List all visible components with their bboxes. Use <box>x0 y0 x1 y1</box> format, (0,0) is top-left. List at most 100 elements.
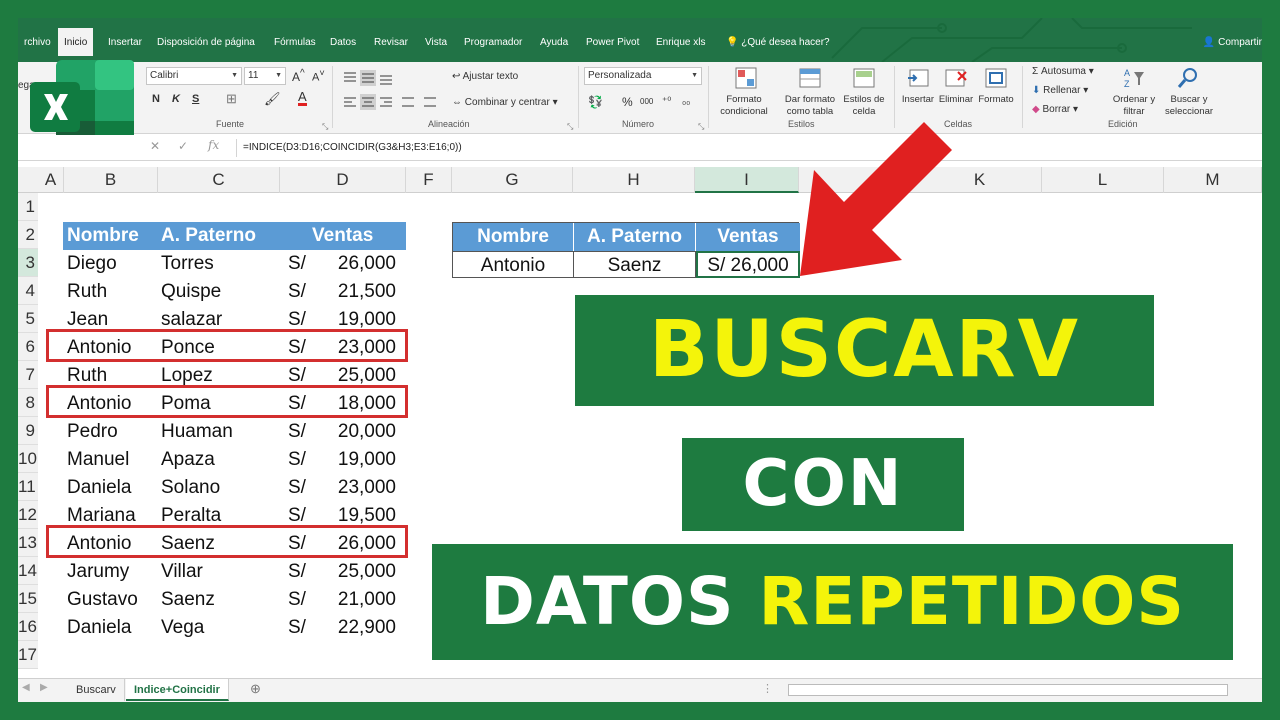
share-button[interactable]: 👤 Compartir <box>1203 30 1262 56</box>
column-header-i[interactable]: I <box>695 167 799 193</box>
result-ventas-cell[interactable]: S/ 26,000 <box>696 251 800 278</box>
format-button[interactable]: Formato <box>976 94 1016 106</box>
cell-nombre[interactable]: Gustavo <box>67 586 138 614</box>
enter-icon[interactable]: ✓ <box>178 139 188 153</box>
cell-nombre[interactable]: Ruth <box>67 278 107 306</box>
dialog-launcher-icon[interactable]: ⤡ <box>322 122 328 132</box>
dialog-launcher-icon[interactable]: ⤡ <box>698 122 704 132</box>
magnifier-icon[interactable] <box>1176 66 1200 90</box>
fill-color-icon[interactable]: 🖌 <box>264 91 281 107</box>
more-options-icon[interactable]: ⋮ <box>762 682 773 695</box>
column-header-d[interactable]: D <box>280 167 406 193</box>
tab-enrique-xls[interactable]: Enrique xls <box>650 30 711 56</box>
result-apaterno-cell[interactable]: Saenz <box>574 251 696 278</box>
clear-button[interactable]: ◆ Borrar ▾ <box>1032 104 1078 115</box>
cell-currency[interactable]: S/ <box>288 418 306 446</box>
find-select-button[interactable]: Buscar y seleccionar <box>1158 94 1220 118</box>
tab-power-pivot[interactable]: Power Pivot <box>580 30 645 56</box>
row-header-3[interactable]: 3 <box>18 249 38 277</box>
cell-nombre[interactable]: Jarumy <box>67 558 129 586</box>
accounting-format-icon[interactable]: 💱 <box>588 95 603 109</box>
delete-cells-icon[interactable] <box>944 66 968 90</box>
shrink-font-button[interactable]: A˅ <box>312 68 325 84</box>
cell-styles-icon[interactable] <box>852 66 876 90</box>
dialog-launcher-icon[interactable]: ⤡ <box>567 122 573 132</box>
delete-button[interactable]: Eliminar <box>936 94 976 106</box>
cell-ventas[interactable]: 25,000 <box>306 558 396 586</box>
tab-disposici-n-de-p-gina[interactable]: Disposición de página <box>151 30 261 56</box>
cell-currency[interactable]: S/ <box>288 474 306 502</box>
font-color-icon[interactable]: A <box>298 90 307 106</box>
insert-button[interactable]: Insertar <box>898 94 938 106</box>
conditional-format-button[interactable]: Formato condicional <box>710 94 778 118</box>
alignment-icons[interactable] <box>340 68 450 112</box>
cell-currency[interactable]: S/ <box>288 278 306 306</box>
cell-apaterno[interactable]: Quispe <box>161 278 221 306</box>
cell-apaterno[interactable]: Torres <box>161 250 214 278</box>
tab-programador[interactable]: Programador <box>458 30 528 56</box>
row-header-12[interactable]: 12 <box>18 501 38 529</box>
cell-currency[interactable]: S/ <box>288 614 306 642</box>
italic-button[interactable]: K <box>172 93 180 105</box>
row-header-8[interactable]: 8 <box>18 389 38 417</box>
column-header-l[interactable]: L <box>1042 167 1164 193</box>
row-header-10[interactable]: 10 <box>18 445 38 473</box>
cell-apaterno[interactable]: Vega <box>161 614 204 642</box>
row-header-9[interactable]: 9 <box>18 417 38 445</box>
tab-f-rmulas[interactable]: Fórmulas <box>268 30 322 56</box>
row-header-1[interactable]: 1 <box>18 193 38 221</box>
cell-apaterno[interactable]: Villar <box>161 558 203 586</box>
row-header-16[interactable]: 16 <box>18 613 38 641</box>
cell-apaterno[interactable]: Saenz <box>161 586 215 614</box>
row-header-17[interactable]: 17 <box>18 641 38 669</box>
cell-nombre[interactable]: Pedro <box>67 418 118 446</box>
tab-revisar[interactable]: Revisar <box>368 30 414 56</box>
column-header-b[interactable]: B <box>64 167 158 193</box>
cell-apaterno[interactable]: Huaman <box>161 418 233 446</box>
tab-insertar[interactable]: Insertar <box>102 30 148 56</box>
format-table-icon[interactable] <box>798 66 822 90</box>
sort-filter-icon[interactable]: AZ <box>1122 66 1146 90</box>
cell-apaterno[interactable]: Apaza <box>161 446 215 474</box>
horizontal-scrollbar[interactable] <box>788 684 1228 696</box>
fx-icon[interactable]: fx <box>208 138 219 152</box>
wrap-text-button[interactable]: ↩ Ajustar texto <box>452 71 518 82</box>
tab-rchivo[interactable]: rchivo <box>18 30 57 56</box>
row-header-2[interactable]: 2 <box>18 221 38 249</box>
merge-center-button[interactable]: ⇔ Combinar y centrar ▾ <box>452 97 558 108</box>
font-name-select[interactable]: Calibri ▼ <box>146 67 242 85</box>
tab-ayuda[interactable]: Ayuda <box>534 30 574 56</box>
row-header-7[interactable]: 7 <box>18 361 38 389</box>
row-header-11[interactable]: 11 <box>18 473 38 501</box>
format-cells-icon[interactable] <box>984 66 1008 90</box>
cell-currency[interactable]: S/ <box>288 446 306 474</box>
cell-nombre[interactable]: Diego <box>67 250 117 278</box>
cell-nombre[interactable]: Manuel <box>67 446 129 474</box>
column-header-f[interactable]: F <box>406 167 452 193</box>
autosum-button[interactable]: Σ Autosuma ▾ <box>1032 66 1094 77</box>
cell-ventas[interactable]: 20,000 <box>306 418 396 446</box>
tab-inicio[interactable]: Inicio <box>58 28 94 56</box>
sheet-nav-prev-icon[interactable]: ◀ <box>22 682 30 693</box>
number-format-select[interactable]: Personalizada ▼ <box>584 67 702 85</box>
cell-currency[interactable]: S/ <box>288 586 306 614</box>
grow-font-button[interactable]: A^ <box>292 68 305 84</box>
row-header-6[interactable]: 6 <box>18 333 38 361</box>
fill-button[interactable]: ⬇ Rellenar ▾ <box>1032 85 1088 96</box>
bold-button[interactable]: N <box>152 93 160 105</box>
add-sheet-icon[interactable]: ⊕ <box>250 681 261 697</box>
decrease-decimal-icon[interactable]: ₀₀ <box>682 96 690 107</box>
cell-ventas[interactable]: 23,000 <box>306 474 396 502</box>
insert-cells-icon[interactable] <box>906 66 930 90</box>
row-header-15[interactable]: 15 <box>18 585 38 613</box>
tell-me-search[interactable]: 💡 ¿Qué desea hacer? <box>726 30 830 56</box>
cell-ventas[interactable]: 21,500 <box>306 278 396 306</box>
cell-nombre[interactable]: Daniela <box>67 614 131 642</box>
cell-ventas[interactable]: 19,000 <box>306 446 396 474</box>
cell-currency[interactable]: S/ <box>288 558 306 586</box>
cell-currency[interactable]: S/ <box>288 250 306 278</box>
conditional-format-icon[interactable] <box>734 66 758 90</box>
cell-apaterno[interactable]: Solano <box>161 474 220 502</box>
font-size-select[interactable]: 11 ▼ <box>244 67 286 85</box>
row-header-5[interactable]: 5 <box>18 305 38 333</box>
